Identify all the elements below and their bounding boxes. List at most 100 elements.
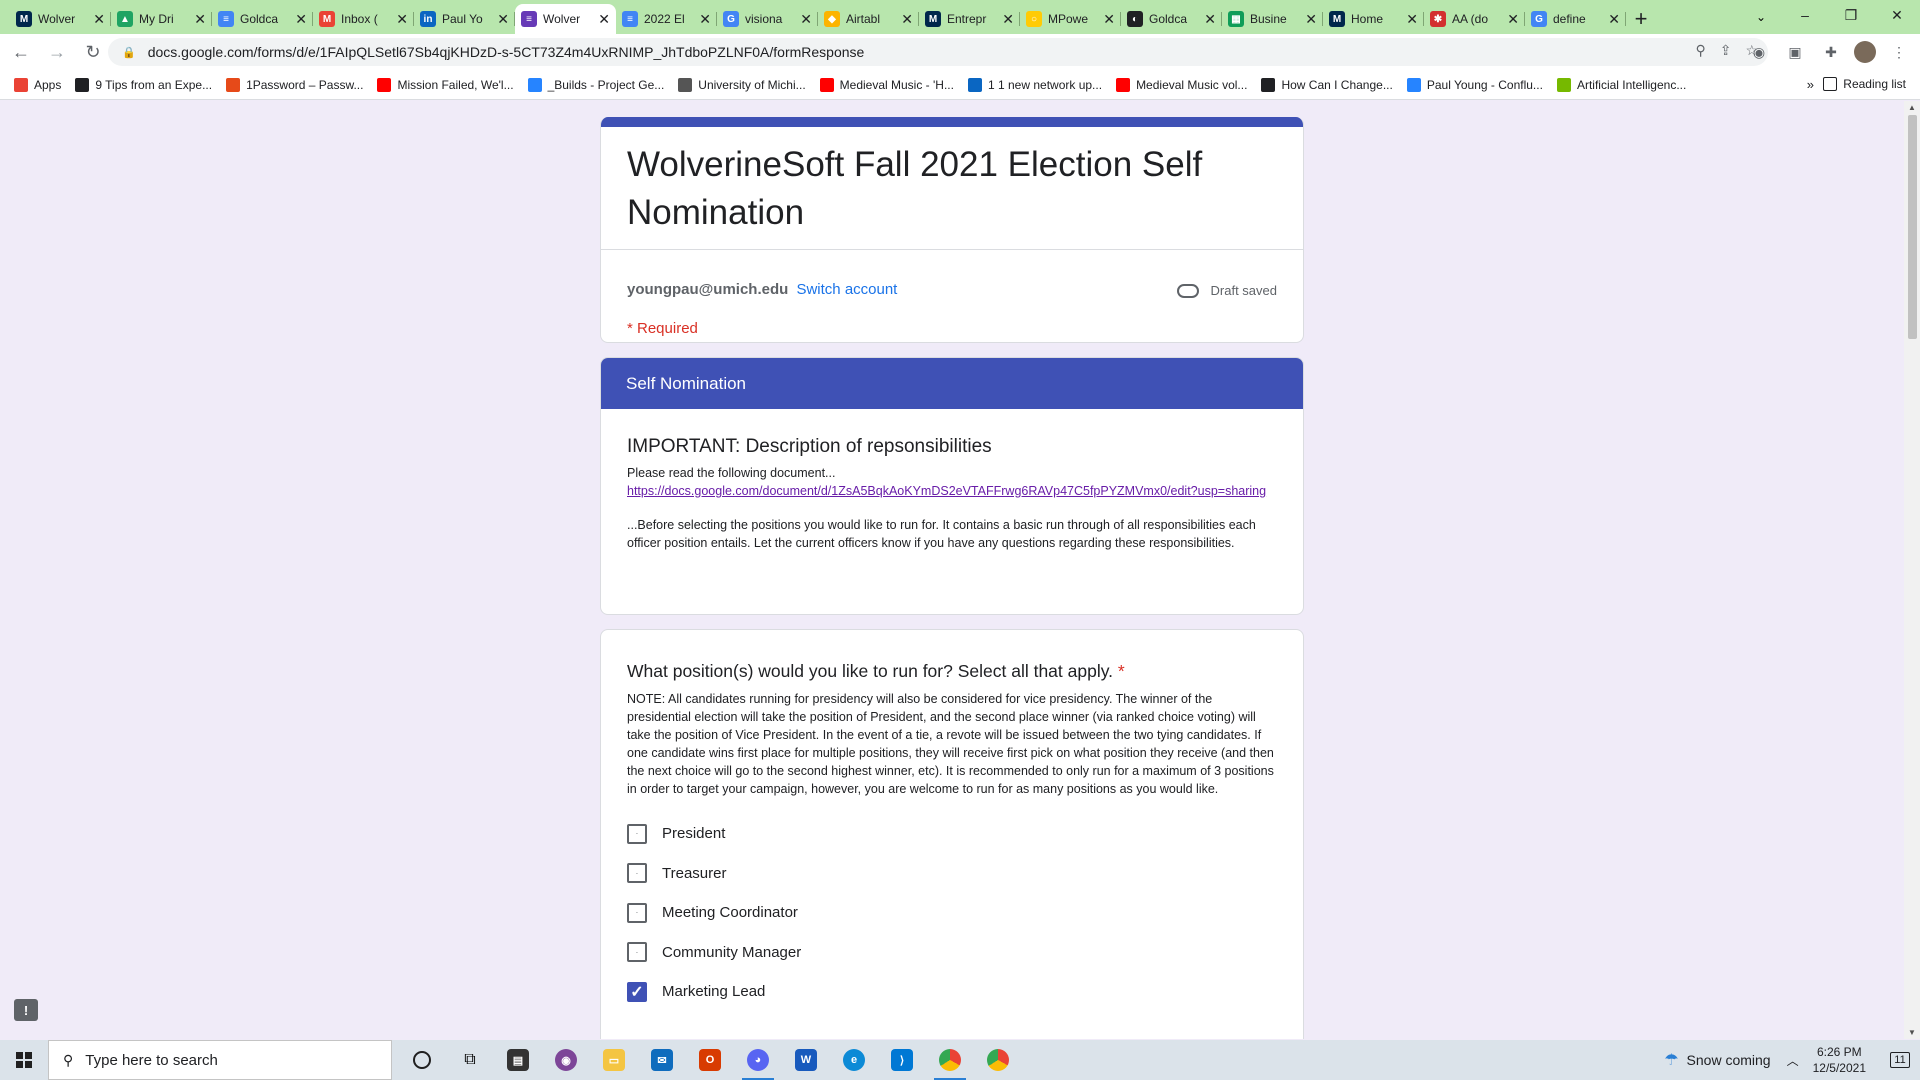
tab-close-icon[interactable]: ✕: [1507, 11, 1519, 28]
checkbox-icon[interactable]: ·: [627, 823, 647, 844]
tab-close-icon[interactable]: ✕: [1305, 11, 1317, 28]
checkbox-icon[interactable]: ·: [627, 863, 647, 884]
responsibilities-doc-link[interactable]: https://docs.google.com/document/d/1ZsA5…: [627, 482, 1277, 500]
edge-icon[interactable]: e: [830, 1040, 878, 1080]
url-text[interactable]: docs.google.com/forms/d/e/1FAIpQLSetl67S…: [148, 44, 865, 60]
tab-close-icon[interactable]: ✕: [1103, 11, 1115, 28]
task-view-icon[interactable]: ⧉: [446, 1040, 494, 1080]
browser-tab[interactable]: M Home ✕: [1323, 4, 1424, 34]
checkbox-checked-icon[interactable]: ✓: [627, 981, 647, 1002]
chrome-icon[interactable]: [926, 1040, 974, 1080]
discord-icon[interactable]: ◕: [734, 1040, 782, 1080]
file-explorer-icon[interactable]: ▭: [590, 1040, 638, 1080]
clock[interactable]: 6:26 PM 12/5/2021: [1813, 1044, 1866, 1076]
question-title: What position(s) would you like to run f…: [601, 630, 1303, 690]
zoom-icon[interactable]: ⚲: [1695, 42, 1705, 59]
tab-close-icon[interactable]: ✕: [1608, 11, 1620, 28]
new-tab-button[interactable]: +: [1626, 4, 1656, 34]
chrome-alt-icon[interactable]: [974, 1040, 1022, 1080]
browser-tab[interactable]: ≡ Wolver ✕: [515, 4, 616, 34]
share-icon[interactable]: ⇪: [1720, 42, 1732, 59]
start-button[interactable]: [0, 1040, 48, 1080]
chrome-menu-icon[interactable]: ⋮: [1886, 38, 1912, 66]
tor-browser-icon[interactable]: ◉: [542, 1040, 590, 1080]
bookmark-item[interactable]: Artificial Intelligenc...: [1556, 77, 1686, 92]
bookmark-item[interactable]: 1 1 new network up...: [967, 77, 1102, 92]
position-option[interactable]: · Community Manager: [627, 933, 1277, 973]
browser-tab[interactable]: ≡ Goldca ✕: [212, 4, 313, 34]
bookmark-item[interactable]: Paul Young - Conflu...: [1406, 77, 1543, 92]
extension-screen-icon[interactable]: ▣: [1782, 38, 1808, 66]
tab-close-icon[interactable]: ✕: [901, 11, 913, 28]
bookmark-item[interactable]: Apps: [14, 77, 61, 92]
bookmark-item[interactable]: Medieval Music vol...: [1116, 77, 1247, 92]
extensions-puzzle-icon[interactable]: ✚: [1818, 38, 1844, 66]
extension-1password-icon[interactable]: ◉: [1746, 38, 1772, 66]
restore-button[interactable]: ❐: [1828, 0, 1874, 30]
position-option[interactable]: · Meeting Coordinator: [627, 893, 1277, 933]
browser-tab[interactable]: ▦ Busine ✕: [1222, 4, 1323, 34]
close-window-button[interactable]: ✕: [1874, 0, 1920, 30]
position-option[interactable]: · President: [627, 814, 1277, 854]
checkbox-icon[interactable]: ·: [627, 942, 647, 963]
tray-overflow-chevron-icon[interactable]: ︿: [1787, 1052, 1799, 1069]
mail-icon[interactable]: ✉: [638, 1040, 686, 1080]
browser-tab[interactable]: M Wolver ✕: [10, 4, 111, 34]
bookmark-item[interactable]: Mission Failed, We'l...: [377, 77, 514, 92]
weather-widget[interactable]: ☂ Snow coming: [1664, 1050, 1770, 1070]
browser-tab[interactable]: Gvisiona ✕: [717, 4, 818, 34]
bookmark-item[interactable]: 9 Tips from an Expe...: [75, 77, 212, 92]
scrollbar-thumb[interactable]: [1908, 115, 1917, 339]
reload-button[interactable]: ↻: [78, 37, 108, 67]
browser-tab[interactable]: in Paul Yo ✕: [414, 4, 515, 34]
browser-tab[interactable]: ▲ My Dri ✕: [111, 4, 212, 34]
position-option[interactable]: · Treasurer: [627, 854, 1277, 894]
tab-close-icon[interactable]: ✕: [699, 11, 711, 28]
store-icon[interactable]: ▤: [494, 1040, 542, 1080]
browser-tab[interactable]: ○ MPowe ✕: [1020, 4, 1121, 34]
tab-close-icon[interactable]: ✕: [1204, 11, 1216, 28]
bookmark-item[interactable]: 1Password – Passw...: [226, 77, 363, 92]
minimize-button[interactable]: –: [1782, 0, 1828, 30]
browser-tab[interactable]: Gdefine ✕: [1525, 4, 1626, 34]
tab-close-icon[interactable]: ✕: [598, 11, 610, 28]
browser-tab[interactable]: M Inbox (✕: [313, 4, 414, 34]
tab-close-icon[interactable]: ✕: [1002, 11, 1014, 28]
tab-search-icon[interactable]: ⌄: [1746, 4, 1776, 30]
browser-tab[interactable]: M Entrepr ✕: [919, 4, 1020, 34]
reading-list-button[interactable]: Reading list: [1823, 77, 1906, 91]
office-icon[interactable]: O: [686, 1040, 734, 1080]
scroll-up-arrow[interactable]: ▲: [1908, 103, 1916, 112]
tab-close-icon[interactable]: ✕: [93, 11, 105, 28]
back-button[interactable]: ←: [6, 37, 36, 67]
scroll-down-arrow[interactable]: ▼: [1908, 1028, 1916, 1037]
cortana-icon[interactable]: [398, 1040, 446, 1080]
tab-close-icon[interactable]: ✕: [1406, 11, 1418, 28]
browser-tab[interactable]: ✱ AA (do ✕: [1424, 4, 1525, 34]
bookmark-item[interactable]: _Builds - Project Ge...: [527, 77, 664, 92]
switch-account-link[interactable]: Switch account: [796, 281, 897, 298]
tab-close-icon[interactable]: ✕: [295, 11, 307, 28]
report-feedback-icon[interactable]: !: [14, 999, 38, 1021]
tab-close-icon[interactable]: ✕: [396, 11, 408, 28]
notification-center-button[interactable]: 11: [1880, 1040, 1920, 1080]
browser-tab[interactable]: ≡ 2022 El ✕: [616, 4, 717, 34]
forward-button[interactable]: →: [42, 37, 72, 67]
bookmark-item[interactable]: University of Michi...: [678, 77, 806, 92]
profile-avatar[interactable]: [1854, 41, 1876, 63]
position-option[interactable]: ✓ Marketing Lead: [627, 972, 1277, 1012]
tab-close-icon[interactable]: ✕: [497, 11, 509, 28]
tab-close-icon[interactable]: ✕: [194, 11, 206, 28]
checkbox-icon[interactable]: ·: [627, 902, 647, 923]
tab-close-icon[interactable]: ✕: [800, 11, 812, 28]
browser-tab[interactable]: ◆ Airtabl ✕: [818, 4, 919, 34]
taskbar-search[interactable]: ⚲ Type here to search: [48, 1040, 392, 1080]
page-scrollbar[interactable]: ▲ ▼: [1904, 101, 1920, 1039]
address-bar[interactable]: 🔒 docs.google.com/forms/d/e/1FAIpQLSetl6…: [108, 38, 1768, 66]
word-icon[interactable]: W: [782, 1040, 830, 1080]
bookmark-item[interactable]: Medieval Music - 'H...: [819, 77, 954, 92]
more-bookmarks-button[interactable]: »: [1807, 77, 1814, 92]
bookmark-item[interactable]: How Can I Change...: [1261, 77, 1393, 92]
browser-tab[interactable]: ◐ Goldca ✕: [1121, 4, 1222, 34]
vscode-icon[interactable]: ⟩: [878, 1040, 926, 1080]
